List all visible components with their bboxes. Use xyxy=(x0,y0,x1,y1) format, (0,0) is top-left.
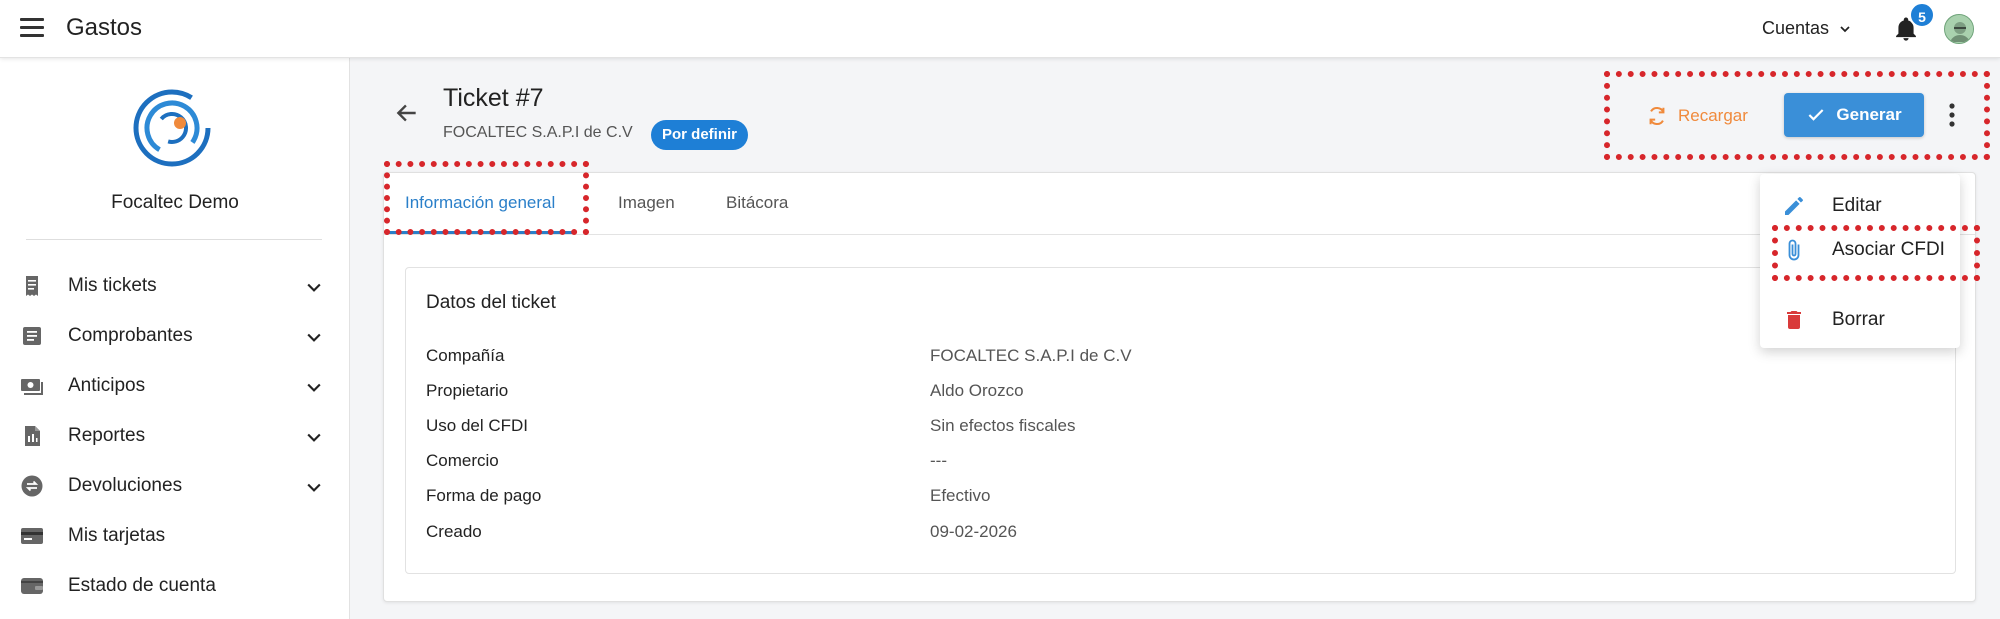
active-tab-indicator xyxy=(388,231,572,234)
tabs-bar: Información general Imagen Bitácora xyxy=(384,173,1975,235)
status-badge: Por definir xyxy=(651,120,749,150)
user-avatar[interactable] xyxy=(1944,14,1974,44)
top-app-bar: Gastos Cuentas 5 xyxy=(0,0,2000,58)
menu-item-label: Borrar xyxy=(1832,309,1885,330)
sidebar-item-anticipos[interactable]: Anticipos xyxy=(0,363,350,409)
page-title: Ticket #7 xyxy=(443,84,544,112)
field-value-uso-cfdi: Sin efectos fiscales xyxy=(930,416,1076,435)
refund-icon xyxy=(21,475,43,497)
ticket-company: FOCALTEC S.A.P.I de C.V xyxy=(443,124,633,141)
generate-label: Generar xyxy=(1836,105,1902,124)
accounts-label: Cuentas xyxy=(1762,18,1830,38)
chevron-down-icon[interactable] xyxy=(304,327,324,347)
sidebar-item-mis-tickets[interactable]: Mis tickets xyxy=(0,263,350,309)
avatar-face-icon xyxy=(1945,15,1973,43)
sidebar-item-devoluciones[interactable]: Devoluciones xyxy=(0,463,350,509)
hamburger-menu-icon[interactable] xyxy=(20,18,46,38)
chevron-down-icon[interactable] xyxy=(304,377,324,397)
organization-name: Focaltec Demo xyxy=(111,192,239,213)
sidebar-item-comprobantes[interactable]: Comprobantes xyxy=(0,313,350,359)
back-arrow-icon[interactable] xyxy=(394,100,420,126)
app-title: Gastos xyxy=(66,14,143,41)
field-value-creado: 09-02-2026 xyxy=(930,522,1017,541)
sidebar-divider xyxy=(26,239,322,240)
actions-menu: Editar Asociar CFDI Borrar xyxy=(1760,174,1960,348)
report-icon xyxy=(25,426,40,446)
chevron-down-icon[interactable] xyxy=(304,427,324,447)
sidebar-item-estado-de-cuenta[interactable]: Estado de cuenta xyxy=(0,563,350,609)
sidebar: Focaltec Demo Mis tickets Comprobantes A… xyxy=(0,58,350,619)
sidebar-item-label: Reportes xyxy=(68,425,146,446)
trash-icon xyxy=(1787,311,1801,329)
reload-label: Recargar xyxy=(1678,106,1748,125)
field-value-forma-de-pago: Efectivo xyxy=(930,486,991,505)
sidebar-item-label: Comprobantes xyxy=(68,325,193,346)
sidebar-item-label: Mis tickets xyxy=(68,275,157,296)
notification-count-badge: 5 xyxy=(1909,2,1935,28)
cash-icon xyxy=(21,379,43,395)
menu-item-asociar-cfdi[interactable]: Asociar CFDI xyxy=(1760,229,1960,271)
sidebar-item-reportes[interactable]: Reportes xyxy=(0,413,350,459)
reload-button[interactable]: Recargar xyxy=(1646,96,1748,136)
sidebar-item-label: Mis tarjetas xyxy=(68,525,166,546)
field-label-creado: Creado xyxy=(426,522,482,541)
focaltec-logo xyxy=(133,89,211,167)
document-icon xyxy=(23,327,41,345)
sidebar-item-mis-tarjetas[interactable]: Mis tarjetas xyxy=(0,513,350,559)
receipt-icon xyxy=(26,276,38,296)
field-value-compania: FOCALTEC S.A.P.I de C.V xyxy=(930,346,1132,365)
sidebar-item-label: Devoluciones xyxy=(68,475,183,496)
menu-item-borrar[interactable]: Borrar xyxy=(1760,299,1960,341)
pencil-icon xyxy=(1785,197,1803,215)
wallet-icon xyxy=(21,578,43,594)
field-value-propietario: Aldo Orozco xyxy=(930,381,1024,400)
sidebar-item-label: Estado de cuenta xyxy=(68,575,216,596)
section-title: Datos del ticket xyxy=(426,292,556,313)
field-label-compania: Compañía xyxy=(426,346,505,365)
chevron-down-icon[interactable] xyxy=(304,477,324,497)
check-icon xyxy=(1808,109,1824,121)
chevron-down-icon xyxy=(1840,25,1850,32)
menu-item-label: Asociar CFDI xyxy=(1832,239,1945,260)
field-label-uso-cfdi: Uso del CFDI xyxy=(426,416,529,435)
menu-item-editar[interactable]: Editar xyxy=(1760,185,1960,227)
accounts-dropdown[interactable]: Cuentas xyxy=(1762,18,1853,39)
field-label-comercio: Comercio xyxy=(426,451,499,470)
chevron-down-icon[interactable] xyxy=(304,277,324,297)
tab-informacion-general[interactable]: Información general xyxy=(405,193,555,213)
credit-card-icon xyxy=(21,528,43,544)
generate-button[interactable]: Generar xyxy=(1784,93,1924,137)
more-vertical-icon[interactable] xyxy=(1944,100,1960,130)
tab-bitacora[interactable]: Bitácora xyxy=(726,193,788,213)
field-value-comercio: --- xyxy=(930,451,947,470)
tab-imagen[interactable]: Imagen xyxy=(618,193,675,213)
ticket-card: Información general Imagen Bitácora Dato… xyxy=(383,172,1976,602)
refresh-icon xyxy=(1649,106,1665,126)
menu-item-label: Editar xyxy=(1832,195,1882,216)
ticket-details-panel: Datos del ticket Compañía FOCALTEC S.A.P… xyxy=(405,267,1956,574)
field-label-forma-de-pago: Forma de pago xyxy=(426,486,542,505)
sidebar-item-label: Anticipos xyxy=(68,375,146,396)
paperclip-icon xyxy=(1788,239,1800,261)
field-label-propietario: Propietario xyxy=(426,381,509,400)
